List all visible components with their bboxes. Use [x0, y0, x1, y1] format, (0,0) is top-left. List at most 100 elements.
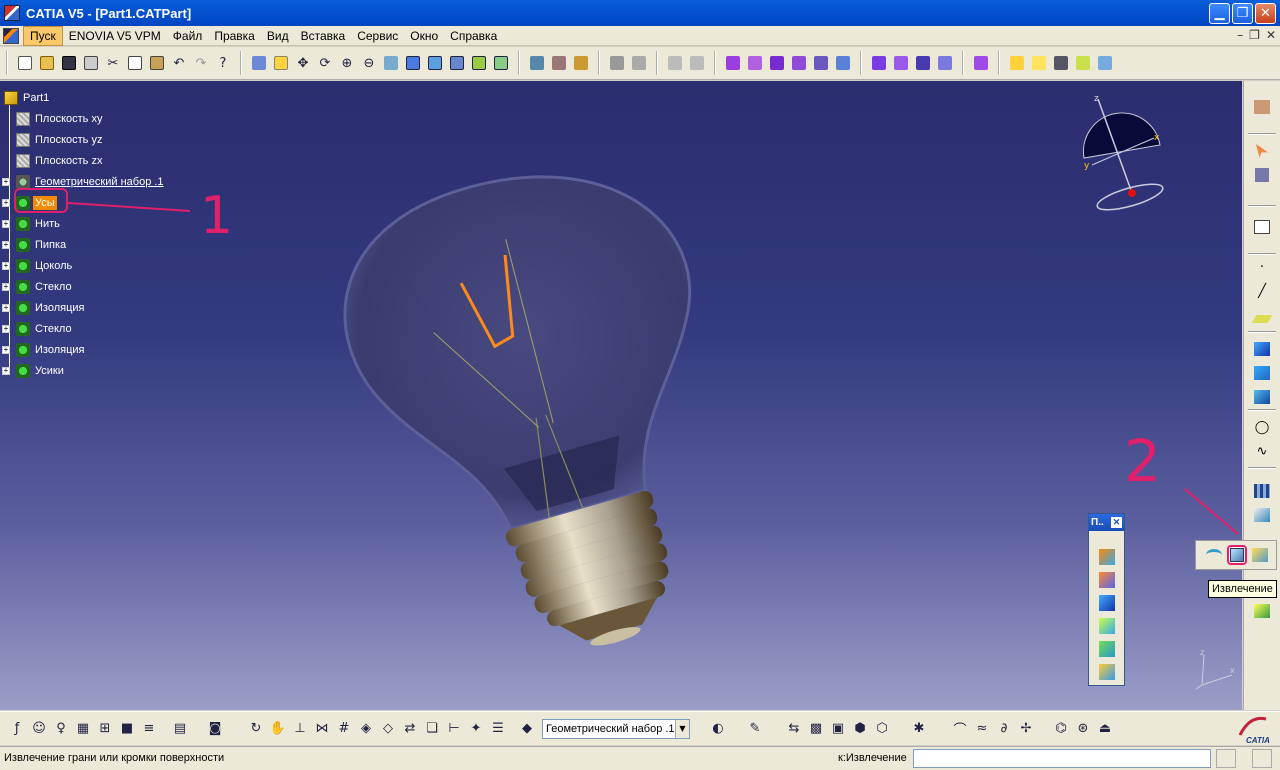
- mdi-minimize-button[interactable]: –: [1237, 28, 1243, 42]
- rendering-icon[interactable]: ✎: [745, 719, 765, 739]
- axis-system-icon[interactable]: ⊥: [290, 719, 310, 739]
- revolve-icon[interactable]: [1252, 363, 1272, 383]
- whats-this-icon[interactable]: ?: [213, 53, 233, 73]
- transform-icon[interactable]: [1252, 601, 1272, 621]
- plane-tool-icon[interactable]: [1251, 309, 1273, 329]
- split-icon[interactable]: [1252, 505, 1272, 525]
- tree-item-geometric-set[interactable]: + Геометрический набор .1: [2, 171, 244, 192]
- revolve-surface-icon[interactable]: [1096, 569, 1118, 591]
- line-icon[interactable]: ╱: [1252, 281, 1272, 301]
- tree-root-part1[interactable]: Part1: [4, 87, 244, 108]
- sphere-icon[interactable]: [1252, 387, 1272, 407]
- tree-item-izolyatsiya-2[interactable]: + Изоляция: [2, 339, 244, 360]
- offset-surface-icon[interactable]: [1096, 592, 1118, 614]
- menu-help[interactable]: Справка: [444, 27, 503, 45]
- grid-icon[interactable]: #: [334, 719, 354, 739]
- mdi-restore-button[interactable]: ❐: [1249, 28, 1260, 42]
- lock-icon[interactable]: ■: [117, 719, 137, 739]
- tree-reorder-icon[interactable]: ⋈: [312, 719, 332, 739]
- menu-insert[interactable]: Вставка: [295, 27, 352, 45]
- tree-expand-icon[interactable]: ⊢: [444, 719, 464, 739]
- constraint-dialog-icon[interactable]: [629, 53, 649, 73]
- tree-item-tsokol[interactable]: + Цоколь: [2, 255, 244, 276]
- environment-icon[interactable]: ⏏: [1095, 719, 1115, 739]
- pad-icon[interactable]: [723, 53, 743, 73]
- tree-item-nit[interactable]: + Нить: [2, 213, 244, 234]
- expand-toggle[interactable]: +: [2, 261, 10, 270]
- history-icon[interactable]: ⇄: [400, 719, 420, 739]
- minimize-button[interactable]: ▁: [1209, 3, 1230, 24]
- manipulate-icon[interactable]: ✋: [268, 719, 288, 739]
- cut-icon[interactable]: ✂: [103, 53, 123, 73]
- extrude-icon[interactable]: [1252, 339, 1272, 359]
- apply-dress-up-icon[interactable]: ⌬: [1051, 719, 1071, 739]
- tree-item-pipka[interactable]: + Пипка: [2, 234, 244, 255]
- circle-icon[interactable]: ◯: [1252, 417, 1272, 437]
- multiple-extract-icon[interactable]: [1250, 545, 1270, 565]
- connect-checker-icon[interactable]: ≈: [972, 719, 992, 739]
- draft-icon[interactable]: [913, 53, 933, 73]
- measure-item-icon[interactable]: [549, 53, 569, 73]
- constraint-icon[interactable]: [607, 53, 627, 73]
- menu-file[interactable]: Файл: [167, 27, 209, 45]
- insert-body-icon[interactable]: ◈: [356, 719, 376, 739]
- list-icon[interactable]: ☰: [488, 719, 508, 739]
- normal-view-icon[interactable]: [381, 53, 401, 73]
- tree-item-usiki[interactable]: + Усики: [2, 360, 244, 381]
- shell-icon[interactable]: [935, 53, 955, 73]
- extract-icon[interactable]: [1227, 545, 1247, 565]
- render-icon[interactable]: [1073, 53, 1093, 73]
- tree-collapse-icon[interactable]: ✦: [466, 719, 486, 739]
- groove-icon[interactable]: [789, 53, 809, 73]
- curvature-icon[interactable]: ∂: [994, 719, 1014, 739]
- insert-geometric-set-icon[interactable]: ◇: [378, 719, 398, 739]
- rotate-icon[interactable]: ⟳: [315, 53, 335, 73]
- menu-edit[interactable]: Правка: [208, 27, 261, 45]
- scan-icon[interactable]: [665, 53, 685, 73]
- chamfer-icon[interactable]: [891, 53, 911, 73]
- shaft-icon[interactable]: [767, 53, 787, 73]
- light-icon[interactable]: [1029, 53, 1049, 73]
- select-icon[interactable]: [1252, 141, 1272, 161]
- user-feature-icon[interactable]: ⬡: [872, 719, 892, 739]
- menu-window[interactable]: Окно: [404, 27, 444, 45]
- pan-icon[interactable]: ✥: [293, 53, 313, 73]
- command-input[interactable]: [913, 749, 1211, 768]
- formula-icon[interactable]: ƒ: [7, 719, 27, 739]
- close-button[interactable]: ✕: [1255, 3, 1276, 24]
- geometric-set-combo[interactable]: Геометрический набор .1 ▼: [542, 718, 690, 739]
- mdi-close-button[interactable]: ✕: [1266, 28, 1276, 42]
- document-menu-icon[interactable]: [3, 27, 19, 44]
- tree-item-izolyatsiya[interactable]: + Изоляция: [2, 297, 244, 318]
- repetition-icon[interactable]: ⇆: [784, 719, 804, 739]
- menu-enovia[interactable]: ENOVIA V5 VPM: [63, 27, 167, 45]
- point-icon[interactable]: ·: [1252, 257, 1272, 277]
- copy-object-icon[interactable]: ❏: [422, 719, 442, 739]
- boundary-icon[interactable]: [1204, 545, 1224, 565]
- join-icon[interactable]: [1252, 481, 1272, 501]
- fillet-icon[interactable]: [869, 53, 889, 73]
- scene-icon[interactable]: [1095, 53, 1115, 73]
- measure-inertia-icon[interactable]: [571, 53, 591, 73]
- blend-icon[interactable]: [1096, 638, 1118, 660]
- tree-item-plane-zx[interactable]: Плоскость zx: [4, 150, 244, 171]
- undo-icon[interactable]: ↶: [169, 53, 189, 73]
- floating-toolbar[interactable]: П.. ✕: [1088, 513, 1125, 686]
- open-icon[interactable]: [37, 53, 57, 73]
- equation-icon[interactable]: ≡: [139, 719, 159, 739]
- pattern-icon[interactable]: ▩: [806, 719, 826, 739]
- camera-icon[interactable]: ◙: [205, 719, 225, 739]
- expand-toggle[interactable]: +: [2, 198, 10, 207]
- view-icon[interactable]: [1051, 53, 1071, 73]
- save-icon[interactable]: [59, 53, 79, 73]
- copy-icon[interactable]: [125, 53, 145, 73]
- catalog-icon[interactable]: ▤: [170, 719, 190, 739]
- measure-between-icon[interactable]: [527, 53, 547, 73]
- paste-icon[interactable]: [147, 53, 167, 73]
- scan-dialog-icon[interactable]: [687, 53, 707, 73]
- tree-item-plane-xy[interactable]: Плоскость xy: [4, 108, 244, 129]
- expand-toggle[interactable]: +: [2, 240, 10, 249]
- instantiate-icon[interactable]: ✱: [909, 719, 929, 739]
- zoom-out-icon[interactable]: ⊖: [359, 53, 379, 73]
- spline-icon[interactable]: ∿: [1252, 441, 1272, 461]
